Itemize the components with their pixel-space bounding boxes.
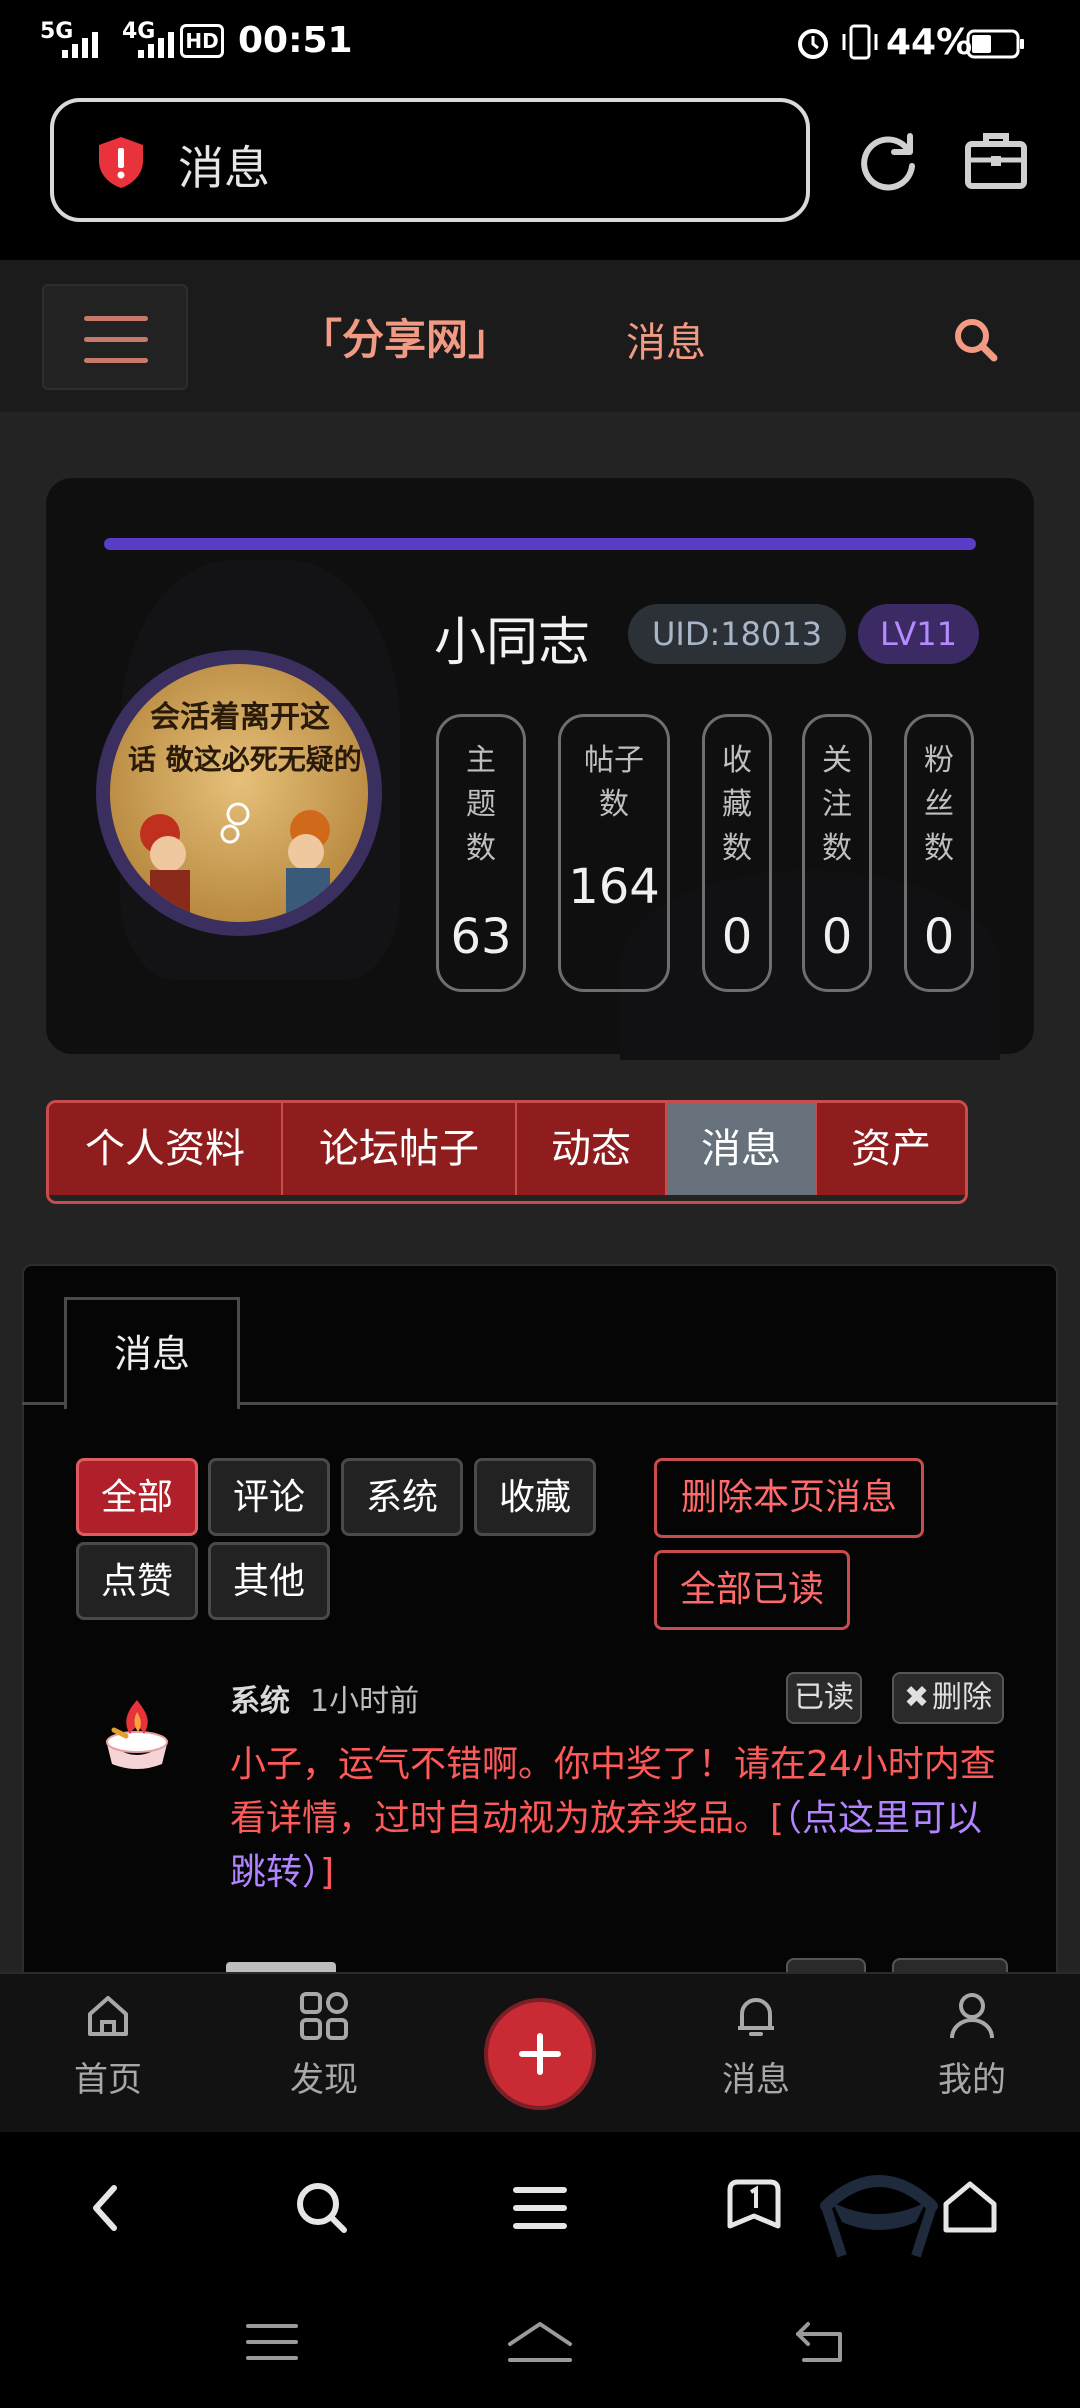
tab-messages[interactable]: 消息: [667, 1103, 817, 1195]
stat-label: 主题数: [466, 743, 496, 866]
avatar-caption: 话 敬这必死无疑的: [128, 743, 362, 776]
filter-others[interactable]: 其他: [208, 1542, 330, 1620]
hd-badge: HD: [180, 24, 224, 58]
vibrate-icon: [842, 24, 878, 60]
toolbox-icon[interactable]: [962, 128, 1030, 192]
menu-icon-line: [84, 358, 148, 363]
recents-icon[interactable]: [244, 2320, 300, 2364]
stat-following[interactable]: 关注数 0: [802, 714, 872, 992]
username: 小同志: [434, 613, 591, 673]
menu-icon: [84, 316, 148, 321]
incognito-icon[interactable]: [816, 2166, 942, 2260]
signal-icon: [138, 32, 174, 58]
stat-topics[interactable]: 主题数 63: [436, 714, 526, 992]
nav-messages[interactable]: 消息: [686, 1990, 826, 2101]
battery-percent: 44%: [886, 22, 973, 63]
plus-icon: [519, 2033, 561, 2075]
stat-label: 帖子数: [584, 743, 644, 822]
shield-alert-icon[interactable]: [94, 134, 148, 190]
delete-label: 删除: [932, 1680, 992, 1715]
alarm-icon: [798, 29, 828, 59]
message-time: 1小时前: [310, 1684, 420, 1719]
clock: 00:51: [238, 20, 353, 61]
tab-forum-posts[interactable]: 论坛帖子: [283, 1103, 517, 1195]
filter-all[interactable]: 全部: [76, 1458, 198, 1536]
search-icon[interactable]: [294, 2180, 350, 2236]
stat-favorites[interactable]: 收藏数 0: [702, 714, 772, 992]
signal-icon: [62, 32, 98, 58]
uid-badge: UID:18013: [628, 604, 847, 664]
level-progress-bar: [104, 538, 976, 550]
message-sender: 系统: [230, 1684, 290, 1719]
delete-message-button[interactable]: ✖ 删除: [892, 1672, 1004, 1724]
nav-messages-label: 消息: [722, 2060, 790, 2100]
site-brand[interactable]: 「分享网」: [300, 306, 510, 367]
filter-favorites[interactable]: 收藏: [474, 1458, 596, 1536]
message-body[interactable]: 小子，运气不错啊。你中奖了！请在24小时内查看详情，过时自动视为放弃奖品。[（点…: [230, 1738, 1010, 1900]
page-title: 消息: [626, 320, 706, 366]
grid-icon: [300, 1992, 348, 2040]
nav-discover-label: 发现: [290, 2060, 358, 2100]
stat-label: 收藏数: [722, 743, 752, 866]
stat-value: 63: [450, 909, 512, 965]
home-icon: [88, 1996, 128, 2036]
stat-value: 164: [568, 859, 660, 915]
delete-page-messages-button[interactable]: 删除本页消息: [654, 1458, 924, 1538]
search-icon[interactable]: [952, 316, 1000, 364]
stat-value: 0: [923, 909, 955, 965]
tab-activity[interactable]: 动态: [517, 1103, 667, 1195]
menu-icon[interactable]: [512, 2184, 568, 2232]
mark-read-button[interactable]: 已读: [786, 1672, 862, 1724]
system-avatar-icon: [106, 1700, 168, 1769]
create-post-button[interactable]: [484, 1998, 596, 2110]
close-icon: ✖: [904, 1680, 930, 1715]
level-badge: LV11: [858, 604, 979, 664]
home-icon[interactable]: [940, 2178, 1000, 2236]
avatar-caption: 会活着离开这: [150, 700, 330, 735]
bell-icon: [738, 1998, 774, 2036]
message-text-end: ]: [320, 1852, 335, 1893]
stat-value: 0: [821, 909, 853, 965]
nav-discover[interactable]: 发现: [254, 1990, 394, 2101]
mark-all-read-button[interactable]: 全部已读: [654, 1550, 850, 1630]
nav-mine-label: 我的: [938, 2060, 1006, 2100]
tabs-count-icon[interactable]: [724, 2176, 784, 2238]
system-home-icon[interactable]: [504, 2318, 576, 2368]
menu-icon-line: [84, 337, 148, 342]
panel-tab-messages[interactable]: 消息: [64, 1297, 240, 1409]
nav-home[interactable]: 首页: [38, 1990, 178, 2101]
back-icon[interactable]: [84, 2180, 128, 2236]
avatar[interactable]: 会活着离开这 话 敬这必死无疑的: [110, 664, 368, 922]
hamburger-menu-button[interactable]: [42, 284, 188, 390]
stat-label: 粉丝数: [924, 743, 954, 866]
system-back-icon[interactable]: [794, 2318, 850, 2366]
url-bar[interactable]: [50, 98, 810, 222]
filter-likes[interactable]: 点赞: [76, 1542, 198, 1620]
next-message-peek: [226, 1956, 1026, 1972]
filter-comments[interactable]: 评论: [208, 1458, 330, 1536]
stat-value: 0: [721, 909, 753, 965]
filter-system[interactable]: 系统: [341, 1458, 463, 1536]
tab-assets[interactable]: 资产: [817, 1103, 965, 1195]
refresh-icon[interactable]: [854, 128, 922, 196]
stat-posts[interactable]: 帖子数 164: [558, 714, 670, 992]
nav-home-label: 首页: [74, 2060, 142, 2100]
profile-tabs: 个人资料 论坛帖子 动态 消息 资产: [46, 1100, 968, 1204]
tab-profile[interactable]: 个人资料: [49, 1103, 283, 1195]
stat-fans[interactable]: 粉丝数 0: [904, 714, 974, 992]
nav-mine[interactable]: 我的: [902, 1990, 1042, 2101]
avatar-illustration: [140, 802, 330, 920]
stat-label: 关注数: [822, 743, 852, 866]
battery-icon: [966, 29, 1024, 59]
user-icon: [950, 1993, 994, 2039]
url-text[interactable]: 消息: [178, 132, 270, 198]
